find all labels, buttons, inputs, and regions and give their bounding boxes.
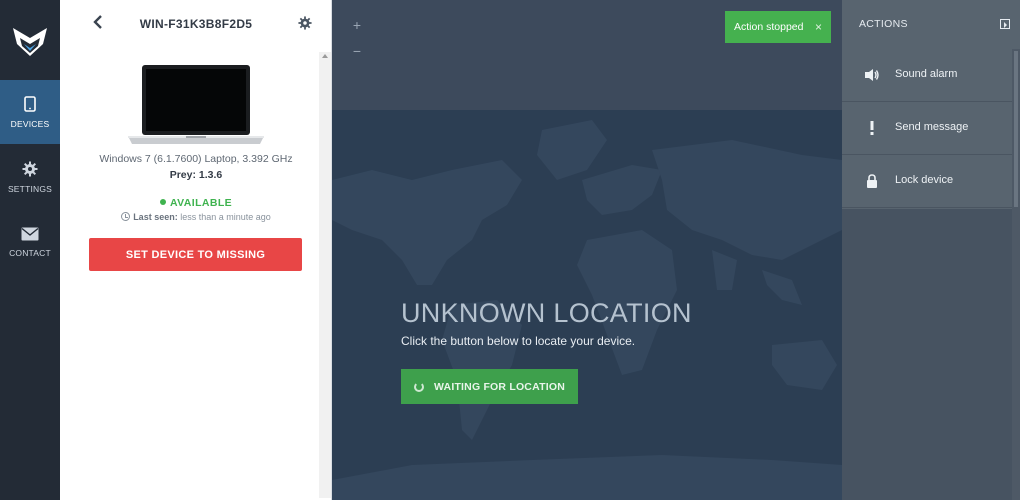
nav-item-settings[interactable]: SETTINGS — [0, 145, 60, 209]
collapse-panel-icon[interactable] — [1000, 19, 1010, 29]
nav-label-settings: SETTINGS — [7, 183, 53, 194]
nav-label-contact: CONTACT — [9, 247, 51, 258]
waiting-label: WAITING FOR LOCATION — [434, 380, 565, 393]
nav-item-contact[interactable]: CONTACT — [0, 210, 60, 274]
status-text: AVAILABLE — [169, 197, 233, 209]
set-device-missing-button[interactable]: SET DEVICE TO MISSING — [89, 238, 302, 271]
exclamation-icon — [864, 120, 880, 136]
last-seen: Last seen: less than a minute ago — [60, 212, 332, 222]
nav-label-devices: DEVICES — [10, 118, 50, 129]
action-lock-device[interactable]: Lock device — [842, 155, 1012, 208]
actions-title: ACTIONS — [859, 18, 908, 30]
prey-logo[interactable] — [0, 0, 60, 80]
actions-scrollbar-thumb[interactable] — [1014, 51, 1018, 207]
actions-header: ACTIONS — [842, 0, 1020, 49]
laptop-image — [126, 64, 266, 153]
device-title: WIN-F31K3B8F2D5 — [139, 17, 253, 31]
actions-scrollbar[interactable] — [1012, 49, 1020, 500]
action-stopped-toast: Action stopped × — [725, 11, 831, 43]
back-arrow-icon[interactable] — [93, 15, 103, 34]
zoom-out-button[interactable]: − — [346, 38, 368, 64]
action-label: Sound alarm — [895, 68, 958, 80]
actions-list: Sound alarm Send message Lock device — [842, 49, 1012, 209]
unknown-location-title: UNKNOWN LOCATION — [401, 298, 692, 328]
speaker-icon — [864, 67, 880, 83]
device-panel: WIN-F31K3B8F2D5 Windows 7 (6.1.7600) Lap… — [60, 0, 332, 500]
device-panel-scrollbar[interactable] — [319, 52, 331, 498]
action-label: Lock device — [895, 174, 954, 186]
left-nav: DEVICES SETTINGS CONTACT — [0, 0, 60, 500]
gear-icon — [22, 161, 38, 177]
status-badge: AVAILABLE — [60, 197, 332, 209]
action-label: Send message — [895, 121, 969, 133]
lock-icon — [864, 173, 880, 189]
zoom-in-button[interactable]: + — [346, 12, 368, 38]
tablet-icon — [24, 95, 36, 112]
device-version: Prey: 1.3.6 — [169, 169, 223, 181]
toast-text: Action stopped — [734, 21, 804, 33]
last-seen-label: Last seen: — [133, 212, 178, 222]
device-header: WIN-F31K3B8F2D5 — [60, 0, 332, 48]
action-send-message[interactable]: Send message — [842, 102, 1012, 155]
nav-item-devices[interactable]: DEVICES — [0, 80, 60, 144]
waiting-for-location-button[interactable]: WAITING FOR LOCATION — [401, 369, 578, 404]
toast-close-icon[interactable]: × — [815, 20, 822, 34]
unknown-location-subtitle: Click the button below to locate your de… — [401, 334, 636, 348]
last-seen-value: less than a minute ago — [180, 212, 271, 222]
device-settings-gear-icon[interactable] — [298, 16, 312, 35]
clock-icon — [121, 212, 131, 221]
spinner-icon — [414, 381, 425, 392]
envelope-icon — [21, 227, 39, 241]
zoom-control: + − — [346, 12, 368, 64]
action-sound-alarm[interactable]: Sound alarm — [842, 49, 1012, 102]
device-info: Windows 7 (6.1.7600) Laptop, 3.392 GHz — [99, 153, 293, 165]
map-area[interactable]: + − UNKNOWN LOCATION Click the button be… — [332, 0, 842, 500]
actions-panel: ACTIONS Sound alarm Send message Lock de… — [842, 0, 1020, 500]
status-dot-icon — [159, 199, 166, 205]
